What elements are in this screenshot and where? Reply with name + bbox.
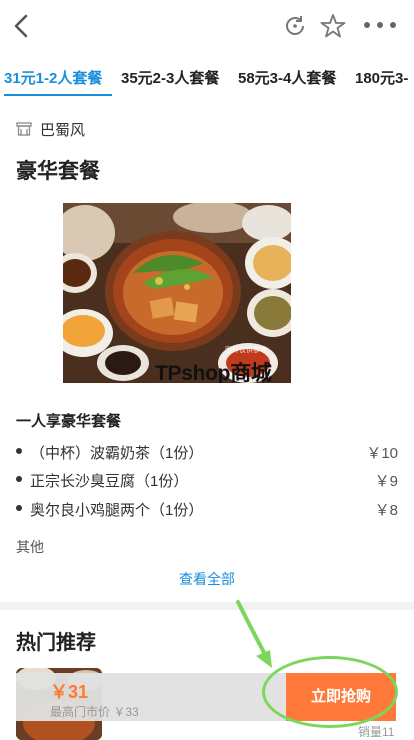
- sold-count: 销量11: [358, 725, 395, 739]
- bullet-icon: [16, 448, 22, 454]
- image-watermark-small: 图片仅供参考: [225, 347, 267, 354]
- section-divider: [0, 602, 414, 610]
- menu-item: 正宗长沙臭豆腐（1份） ￥9: [16, 468, 398, 490]
- star-icon[interactable]: [320, 13, 346, 39]
- buy-bar: ￥31 最高门市价 ￥33 立即抢购: [16, 673, 396, 721]
- image-watermark: TPshop商城: [155, 362, 272, 383]
- more-options-icon[interactable]: [362, 17, 398, 33]
- bullet-icon: [16, 476, 22, 482]
- annotation-arrow-icon: [236, 600, 272, 668]
- menu-item-price: ￥9: [374, 473, 398, 490]
- back-arrow-icon[interactable]: [10, 12, 34, 40]
- bullet-icon: [16, 505, 22, 511]
- tab-package-2[interactable]: 35元2-3人套餐: [121, 67, 219, 88]
- menu-item-name: （中杯）波霸奶茶（1份）: [30, 445, 204, 462]
- food-photo: [63, 203, 291, 383]
- top-bar: [0, 0, 414, 52]
- buy-now-button[interactable]: 立即抢购: [286, 673, 396, 721]
- category-label: 巴蜀风: [40, 121, 86, 139]
- see-all-link[interactable]: 查看全部: [0, 569, 414, 589]
- refresh-icon[interactable]: [283, 14, 307, 38]
- category-row: 巴蜀风: [16, 118, 85, 140]
- menu-item-name: 奥尔良小鸡腿两个（1份）: [30, 502, 204, 519]
- menu-item: （中杯）波霸奶茶（1份） ￥10: [16, 440, 398, 462]
- menu-item-price: ￥10: [366, 445, 398, 462]
- menu-section-title: 一人享豪华套餐: [16, 413, 122, 430]
- package-image: 图片仅供参考 TPshop商城: [63, 203, 291, 383]
- package-title: 豪华套餐: [16, 160, 100, 183]
- current-price: ￥31: [50, 682, 89, 702]
- hot-recommend-title: 热门推荐: [16, 632, 96, 654]
- market-price: 最高门市价 ￥33: [50, 705, 139, 719]
- menu-item-price: ￥8: [374, 502, 398, 519]
- other-label: 其他: [16, 539, 44, 555]
- shop-icon: [16, 122, 32, 136]
- tab-package-4[interactable]: 180元3-: [355, 67, 408, 88]
- menu-item-name: 正宗长沙臭豆腐（1份）: [30, 473, 189, 490]
- tab-package-1[interactable]: 31元1-2人套餐: [4, 67, 102, 88]
- tab-package-3[interactable]: 58元3-4人套餐: [238, 67, 336, 88]
- menu-item: 奥尔良小鸡腿两个（1份） ￥8: [16, 497, 398, 519]
- active-tab-indicator: [4, 94, 112, 96]
